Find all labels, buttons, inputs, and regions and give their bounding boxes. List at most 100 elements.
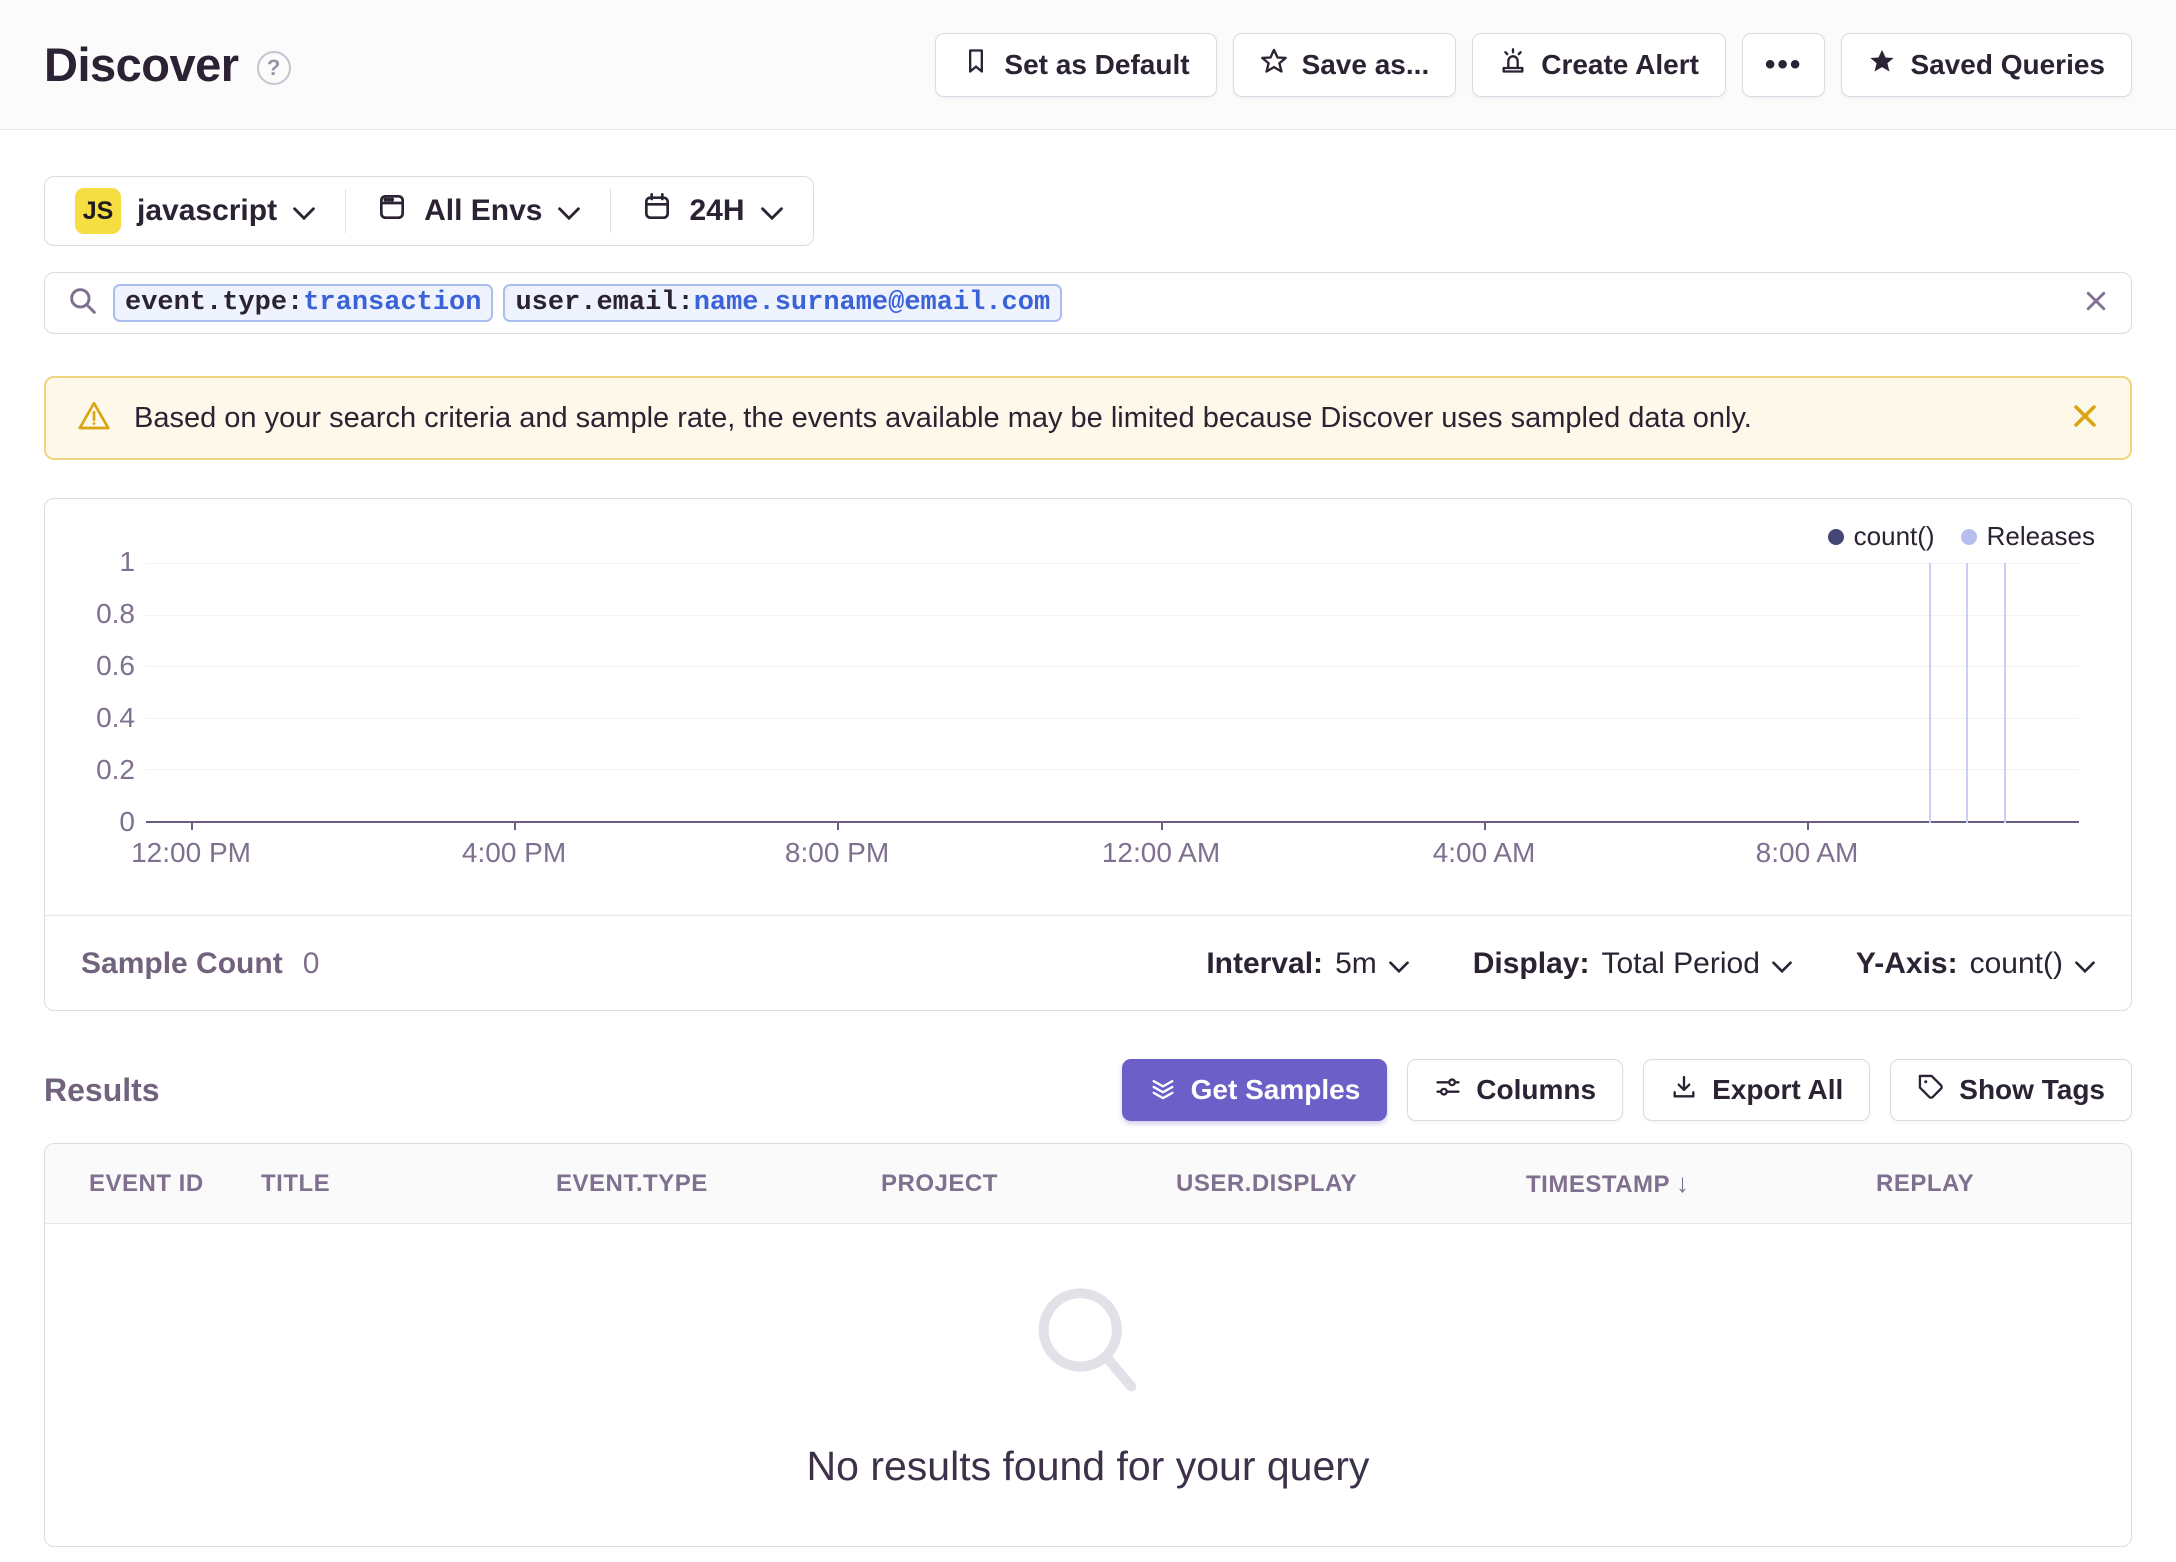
saved-queries-button[interactable]: Saved Queries <box>1841 32 2132 97</box>
release-marker-line[interactable] <box>1928 563 1931 823</box>
y-axis-tick: 1 <box>119 546 135 577</box>
search-query-tokens[interactable]: event.type: transaction user.email: name.s… <box>113 284 2069 322</box>
search-bar[interactable]: event.type: transaction user.email: name.s… <box>44 272 2132 334</box>
x-axis-tick-mark <box>514 821 517 830</box>
release-marker-line[interactable] <box>2003 563 2006 823</box>
siren-icon <box>1499 47 1527 82</box>
x-axis-tick-mark <box>1484 821 1487 830</box>
gridline <box>146 614 2079 616</box>
layers-icon <box>1149 1073 1177 1108</box>
dismiss-banner-icon[interactable] <box>2070 401 2100 436</box>
star-filled-icon <box>1868 47 1896 82</box>
time-range-filter[interactable]: 24H <box>611 177 812 245</box>
empty-results-state: No results found for your query <box>45 1224 2131 1546</box>
warning-triangle-icon <box>76 398 112 439</box>
x-axis-tick: 4:00 AM <box>1432 837 1536 868</box>
sample-count-value: 0 <box>302 946 320 980</box>
legend-item-count[interactable]: count() <box>1827 521 1935 552</box>
search-token-event-type[interactable]: event.type: transaction <box>113 284 494 322</box>
page-filter-bar: JS javascript All Envs 24H <box>44 176 814 246</box>
y-axis-tick: 0.2 <box>96 754 135 785</box>
x-axis-tick-mark <box>837 821 840 830</box>
tag-icon <box>1917 1073 1945 1108</box>
empty-results-message: No results found for your query <box>806 1443 1370 1489</box>
bookmark-icon <box>962 47 990 82</box>
chart-plot-area[interactable]: 12:00 PM 4:00 PM 8:00 PM 12:00 AM 4:00 A… <box>131 563 2079 868</box>
results-table-header: EVENT ID TITLE EVENT.TYPE PROJECT USER.D… <box>45 1144 2131 1224</box>
environment-filter-label: All Envs <box>424 194 543 227</box>
x-axis-tick-mark <box>1807 821 1810 830</box>
column-header-user-display[interactable]: USER.DISPLAY <box>1176 1170 1526 1198</box>
save-as-button[interactable]: Save as... <box>1232 32 1457 97</box>
chevron-down-icon <box>1772 947 1792 981</box>
export-all-button[interactable]: Export All <box>1643 1059 1871 1121</box>
events-chart: count() Releases 1 0.8 0.6 0.4 0.2 0 12:… <box>45 499 2131 915</box>
chevron-down-icon <box>558 194 581 228</box>
project-filter[interactable]: JS javascript <box>45 177 345 245</box>
ellipsis-icon: ••• <box>1764 47 1803 81</box>
more-options-button[interactable]: ••• <box>1741 32 1826 97</box>
window-icon <box>376 191 408 231</box>
gridline <box>146 666 2079 668</box>
environment-filter[interactable]: All Envs <box>346 177 610 245</box>
clear-search-icon[interactable] <box>2083 288 2109 319</box>
x-axis-tick: 12:00 AM <box>1101 837 1221 868</box>
gridline <box>146 563 2079 564</box>
search-token-user-email[interactable]: user.email: name.surname@email.com <box>503 284 1063 322</box>
results-title: Results <box>44 1071 160 1108</box>
release-marker-line[interactable] <box>1965 563 1968 823</box>
column-header-replay[interactable]: REPLAY <box>1876 1170 2131 1198</box>
results-table: EVENT ID TITLE EVENT.TYPE PROJECT USER.D… <box>44 1143 2132 1547</box>
column-header-timestamp[interactable]: TIMESTAMP ↓ <box>1526 1168 1876 1199</box>
gridline <box>146 769 2079 771</box>
interval-select[interactable]: Interval: 5m <box>1206 947 1409 981</box>
chevron-down-icon <box>1388 947 1409 981</box>
chart-footer: Sample Count 0 Interval: 5m Display: Tot… <box>45 915 2131 1011</box>
sort-descending-icon: ↓ <box>1676 1168 1690 1198</box>
count-series-dot-icon <box>1827 528 1844 545</box>
column-header-event-type[interactable]: EVENT.TYPE <box>556 1170 881 1198</box>
javascript-platform-icon: JS <box>75 188 121 234</box>
star-outline-icon <box>1260 47 1288 82</box>
calendar-icon <box>641 191 673 231</box>
help-icon[interactable]: ? <box>256 50 291 85</box>
y-axis-select[interactable]: Y-Axis: count() <box>1856 947 2095 981</box>
create-alert-button[interactable]: Create Alert <box>1472 32 1726 97</box>
x-axis-tick: 8:00 PM <box>784 837 890 868</box>
x-axis-tick: 12:00 PM <box>131 837 251 868</box>
column-header-event-id[interactable]: EVENT ID <box>89 1170 261 1198</box>
warning-message: Based on your search criteria and sample… <box>134 401 1752 434</box>
download-icon <box>1670 1073 1698 1108</box>
events-chart-panel: count() Releases 1 0.8 0.6 0.4 0.2 0 12:… <box>44 498 2132 1011</box>
page-title: Discover <box>44 38 239 91</box>
y-axis-tick: 0.8 <box>96 598 135 629</box>
column-header-title[interactable]: TITLE <box>261 1170 556 1198</box>
get-samples-button[interactable]: Get Samples <box>1121 1059 1388 1121</box>
x-axis-tick-mark <box>1161 821 1164 830</box>
time-range-label: 24H <box>689 194 745 227</box>
sampled-data-warning-banner: Based on your search criteria and sample… <box>44 376 2132 460</box>
chevron-down-icon <box>293 194 315 228</box>
search-icon <box>67 285 99 322</box>
y-axis-tick: 0 <box>119 806 135 837</box>
page-header: Discover ? Set as Default Save as... Cre… <box>0 0 2176 130</box>
columns-button[interactable]: Columns <box>1407 1059 1624 1121</box>
show-tags-button[interactable]: Show Tags <box>1890 1059 2132 1121</box>
x-axis-tick-mark <box>191 821 194 830</box>
display-select[interactable]: Display: Total Period <box>1473 947 1792 981</box>
y-axis-tick: 0.4 <box>96 702 135 733</box>
chevron-down-icon <box>2075 947 2095 981</box>
header-actions: Set as Default Save as... Create Alert •… <box>935 32 2132 97</box>
magnifier-empty-icon <box>1027 1280 1149 1407</box>
x-axis-tick: 8:00 AM <box>1755 837 1859 868</box>
chart-legend: count() Releases <box>1827 521 2095 552</box>
set-as-default-button[interactable]: Set as Default <box>935 32 1217 97</box>
column-header-project[interactable]: PROJECT <box>881 1170 1176 1198</box>
sliders-icon <box>1434 1073 1462 1108</box>
chevron-down-icon <box>760 194 783 228</box>
x-axis-tick: 4:00 PM <box>461 837 567 868</box>
legend-item-releases[interactable]: Releases <box>1960 521 2095 552</box>
gridline <box>146 717 2079 719</box>
releases-dot-icon <box>1960 528 1977 545</box>
project-filter-label: javascript <box>137 194 278 227</box>
